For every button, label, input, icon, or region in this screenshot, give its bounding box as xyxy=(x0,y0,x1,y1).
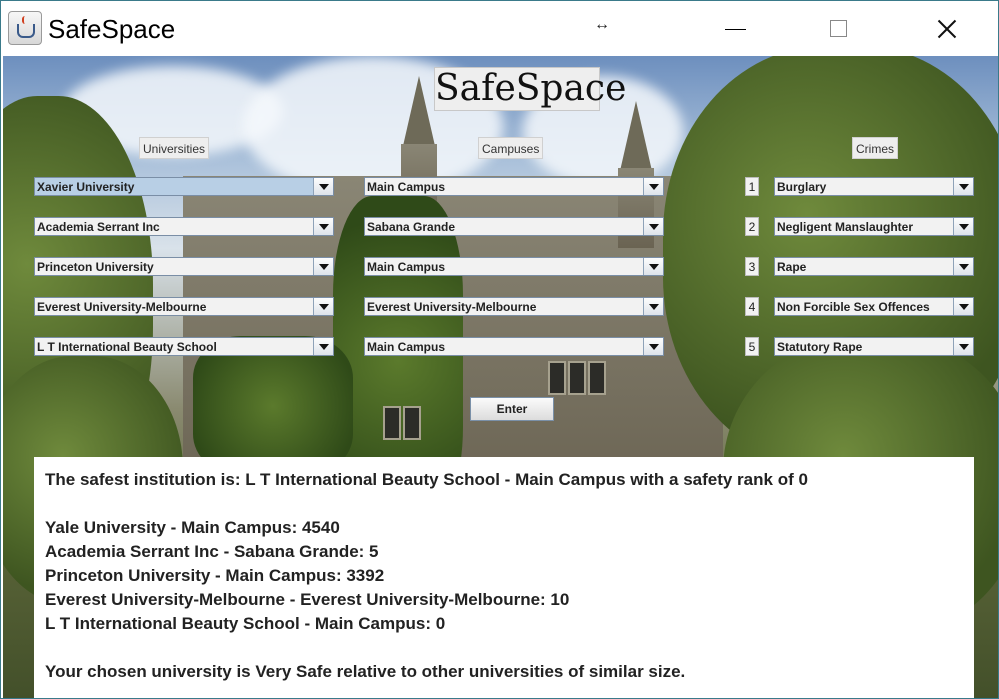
title-bar: SafeSpace ↔ xyxy=(1,1,998,56)
crime-combo-value: Non Forcible Sex Offences xyxy=(777,300,930,314)
chevron-down-icon[interactable] xyxy=(643,298,663,315)
campus-combo-4[interactable]: Everest University-Melbourne xyxy=(364,297,664,316)
chevron-down-icon[interactable] xyxy=(953,338,973,355)
result-line: L T International Beauty School - Main C… xyxy=(45,614,446,633)
java-cup-icon[interactable] xyxy=(8,11,42,45)
maximize-button[interactable] xyxy=(809,1,869,56)
university-combo-value: Princeton University xyxy=(37,260,154,274)
campus-combo-value: Main Campus xyxy=(367,340,446,354)
crime-combo-value: Negligent Manslaughter xyxy=(777,220,914,234)
crime-combo-value: Statutory Rape xyxy=(777,340,863,354)
results-panel: The safest institution is: L T Internati… xyxy=(34,457,974,698)
campus-combo-5[interactable]: Main Campus xyxy=(364,337,664,356)
crime-combo-2[interactable]: Negligent Manslaughter xyxy=(774,217,974,236)
crime-combo-value: Burglary xyxy=(777,180,827,194)
crime-rank-2: 2 xyxy=(745,217,759,236)
chevron-down-icon[interactable] xyxy=(953,258,973,275)
safespace-logo: SafeSpace xyxy=(434,67,627,111)
campus-combo-2[interactable]: Sabana Grande xyxy=(364,217,664,236)
chevron-down-icon[interactable] xyxy=(643,258,663,275)
result-line: Yale University - Main Campus: 4540 xyxy=(45,518,340,537)
result-line: Princeton University - Main Campus: 3392 xyxy=(45,566,385,585)
safest-institution-text: The safest institution is: L T Internati… xyxy=(45,470,808,489)
university-combo-value: Academia Serrant Inc xyxy=(37,220,160,234)
chevron-down-icon[interactable] xyxy=(953,178,973,195)
university-combo-value: Everest University-Melbourne xyxy=(37,300,207,314)
chevron-down-icon[interactable] xyxy=(953,298,973,315)
university-combo-3[interactable]: Princeton University xyxy=(34,257,334,276)
chevron-down-icon[interactable] xyxy=(643,178,663,195)
campus-combo-1[interactable]: Main Campus xyxy=(364,177,664,196)
resize-arrows-icon: ↔ xyxy=(594,16,610,33)
result-line: Everest University-Melbourne - Everest U… xyxy=(45,590,570,609)
chevron-down-icon[interactable] xyxy=(643,338,663,355)
safety-verdict-text: Your chosen university is Very Safe rela… xyxy=(45,662,686,681)
crime-combo-value: Rape xyxy=(777,260,807,274)
campus-combo-value: Main Campus xyxy=(367,180,446,194)
crime-rank-4: 4 xyxy=(745,297,759,316)
campuses-label: Campuses xyxy=(478,137,544,159)
university-combo-value: Xavier University xyxy=(37,180,135,194)
enter-button[interactable]: Enter xyxy=(470,397,554,421)
crime-combo-5[interactable]: Statutory Rape xyxy=(774,337,974,356)
campus-combo-3[interactable]: Main Campus xyxy=(364,257,664,276)
chevron-down-icon[interactable] xyxy=(953,218,973,235)
minimize-button[interactable] xyxy=(706,1,766,56)
campus-combo-value: Main Campus xyxy=(367,260,446,274)
campus-combo-value: Everest University-Melbourne xyxy=(367,300,537,314)
universities-label: Universities xyxy=(139,137,210,159)
chevron-down-icon[interactable] xyxy=(313,338,333,355)
main-panel: SafeSpace Universities Campuses Crimes X… xyxy=(3,56,998,698)
university-combo-1[interactable]: Xavier University xyxy=(34,177,334,196)
crime-rank-1: 1 xyxy=(745,177,759,196)
crimes-label: Crimes xyxy=(852,137,898,159)
campus-combo-value: Sabana Grande xyxy=(367,220,456,234)
window-title: SafeSpace xyxy=(48,14,176,44)
crime-rank-3: 3 xyxy=(745,257,759,276)
app-window: SafeSpace ↔ SafeSpace Universities Campu… xyxy=(0,0,999,699)
chevron-down-icon[interactable] xyxy=(313,218,333,235)
chevron-down-icon[interactable] xyxy=(313,178,333,195)
university-combo-4[interactable]: Everest University-Melbourne xyxy=(34,297,334,316)
crime-combo-4[interactable]: Non Forcible Sex Offences xyxy=(774,297,974,316)
chevron-down-icon[interactable] xyxy=(643,218,663,235)
close-button[interactable] xyxy=(916,1,976,56)
university-combo-value: L T International Beauty School xyxy=(37,340,217,354)
university-combo-2[interactable]: Academia Serrant Inc xyxy=(34,217,334,236)
chevron-down-icon[interactable] xyxy=(313,258,333,275)
chevron-down-icon[interactable] xyxy=(313,298,333,315)
crime-combo-3[interactable]: Rape xyxy=(774,257,974,276)
crime-rank-5: 5 xyxy=(745,337,759,356)
crime-combo-1[interactable]: Burglary xyxy=(774,177,974,196)
result-line: Academia Serrant Inc - Sabana Grande: 5 xyxy=(45,542,379,561)
university-combo-5[interactable]: L T International Beauty School xyxy=(34,337,334,356)
